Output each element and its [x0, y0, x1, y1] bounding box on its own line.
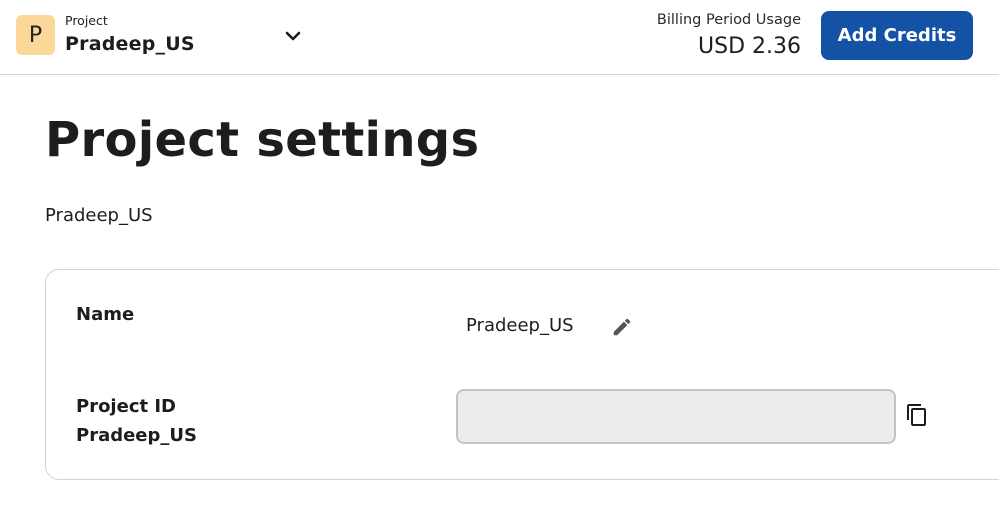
project-avatar: P	[16, 15, 55, 55]
billing-period-label: Billing Period Usage	[656, 12, 801, 28]
project-id-field[interactable]	[456, 389, 896, 444]
chevron-down-icon[interactable]	[282, 26, 304, 46]
page-title: Project settings	[45, 112, 480, 168]
top-bar: P Project Pradeep_US Billing Period Usag…	[0, 0, 999, 75]
billing-period-usage: USD 2.36	[698, 34, 801, 59]
avatar-letter: P	[28, 22, 43, 48]
add-credits-button[interactable]: Add Credits	[821, 11, 973, 60]
name-label: Name	[76, 304, 135, 325]
page-subtitle: Pradeep_US	[45, 205, 153, 226]
project-id-name: Pradeep_US	[76, 425, 197, 446]
copy-icon[interactable]	[904, 401, 930, 429]
name-value: Pradeep_US	[466, 315, 574, 336]
pencil-icon[interactable]	[610, 315, 634, 339]
project-caption: Project	[65, 13, 108, 28]
project-selector-name[interactable]: Pradeep_US	[65, 33, 195, 55]
project-id-label: Project ID	[76, 396, 176, 417]
project-settings-card: Name Pradeep_US Project ID Pradeep_US	[45, 269, 999, 480]
